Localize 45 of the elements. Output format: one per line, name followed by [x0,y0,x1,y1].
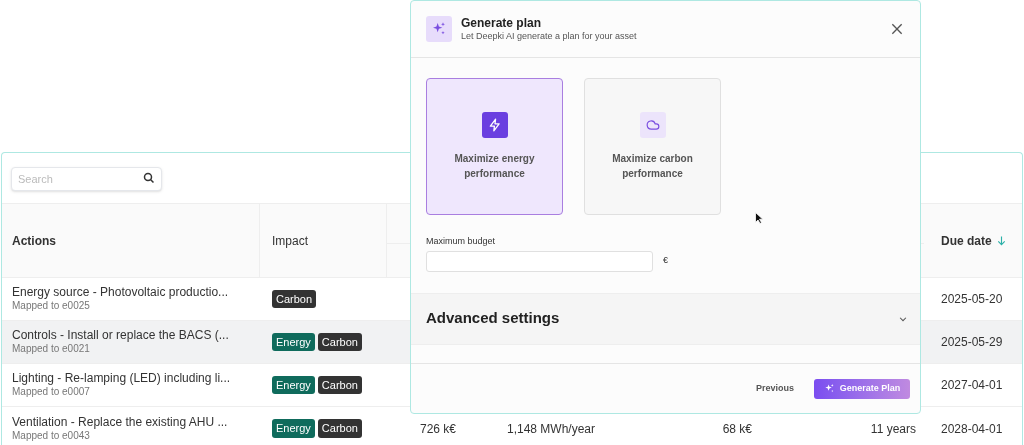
action-name: Lighting - Re-lamping (LED) including li... [12,371,232,387]
sort-arrow-icon[interactable] [995,235,1007,246]
table-cell: 68 k€ [722,421,752,436]
close-button[interactable] [889,21,905,37]
column-header: Impact [272,232,308,250]
table-cell: 2025-05-20 [941,292,1003,306]
impact-tag: Energy [272,332,315,352]
dialog-subtitle: Let Deepki AI generate a plan for your asset [461,30,638,43]
budget-field[interactable] [426,250,653,272]
column-header[interactable]: Due date [941,231,992,250]
table-cell: 2027-04-01 [941,378,1003,392]
impact-tag: Energy [272,419,315,438]
action-name: Controls - Install or replace the BACS (... [12,328,230,344]
table-cell: 11 years [870,421,916,436]
mapped-label: Mapped to e0025 [12,300,91,313]
advanced-settings-header[interactable]: Advanced settings [411,292,920,345]
search-icon [143,172,155,184]
field-label: Maximum budget [426,235,497,248]
currency-label: € [663,254,668,268]
table-cell: 726 k€ [420,421,457,436]
mapped-label: Mapped to e0021 [12,343,91,356]
lightning-icon [481,112,508,138]
previous-button[interactable]: Previous [755,381,794,396]
search-field[interactable]: Search [11,167,162,191]
sparkle-icon [426,16,452,42]
action-name: Ventilation - Replace the existing AHU ... [12,414,229,430]
action-name: Energy source - Photovoltaic productio... [12,285,230,301]
mapped-label: Mapped to e0043 [12,429,91,443]
mouse-cursor-icon [755,212,763,224]
impact-tag: Energy [272,375,315,395]
option-card[interactable]: Maximize carbon performance [584,78,721,215]
table-cell: 2028-04-01 [941,421,1003,436]
impact-tag: Carbon [317,332,362,352]
column-header: Actions [12,232,56,250]
sparkle-icon [823,383,835,394]
impact-tag: Carbon [317,419,362,438]
impact-tag: Carbon [272,289,317,309]
generate-plan-button[interactable]: Generate Plan [814,378,910,399]
dialog-title: Generate plan [461,15,543,31]
impact-tag: Carbon [317,375,362,395]
mapped-label: Mapped to e0007 [12,386,91,399]
option-card[interactable]: Maximize energy performance [426,78,563,215]
cloud-icon [639,112,666,138]
table-cell: 2025-05-29 [941,335,1003,349]
table-cell: 1,148 MWh/year [507,421,596,436]
